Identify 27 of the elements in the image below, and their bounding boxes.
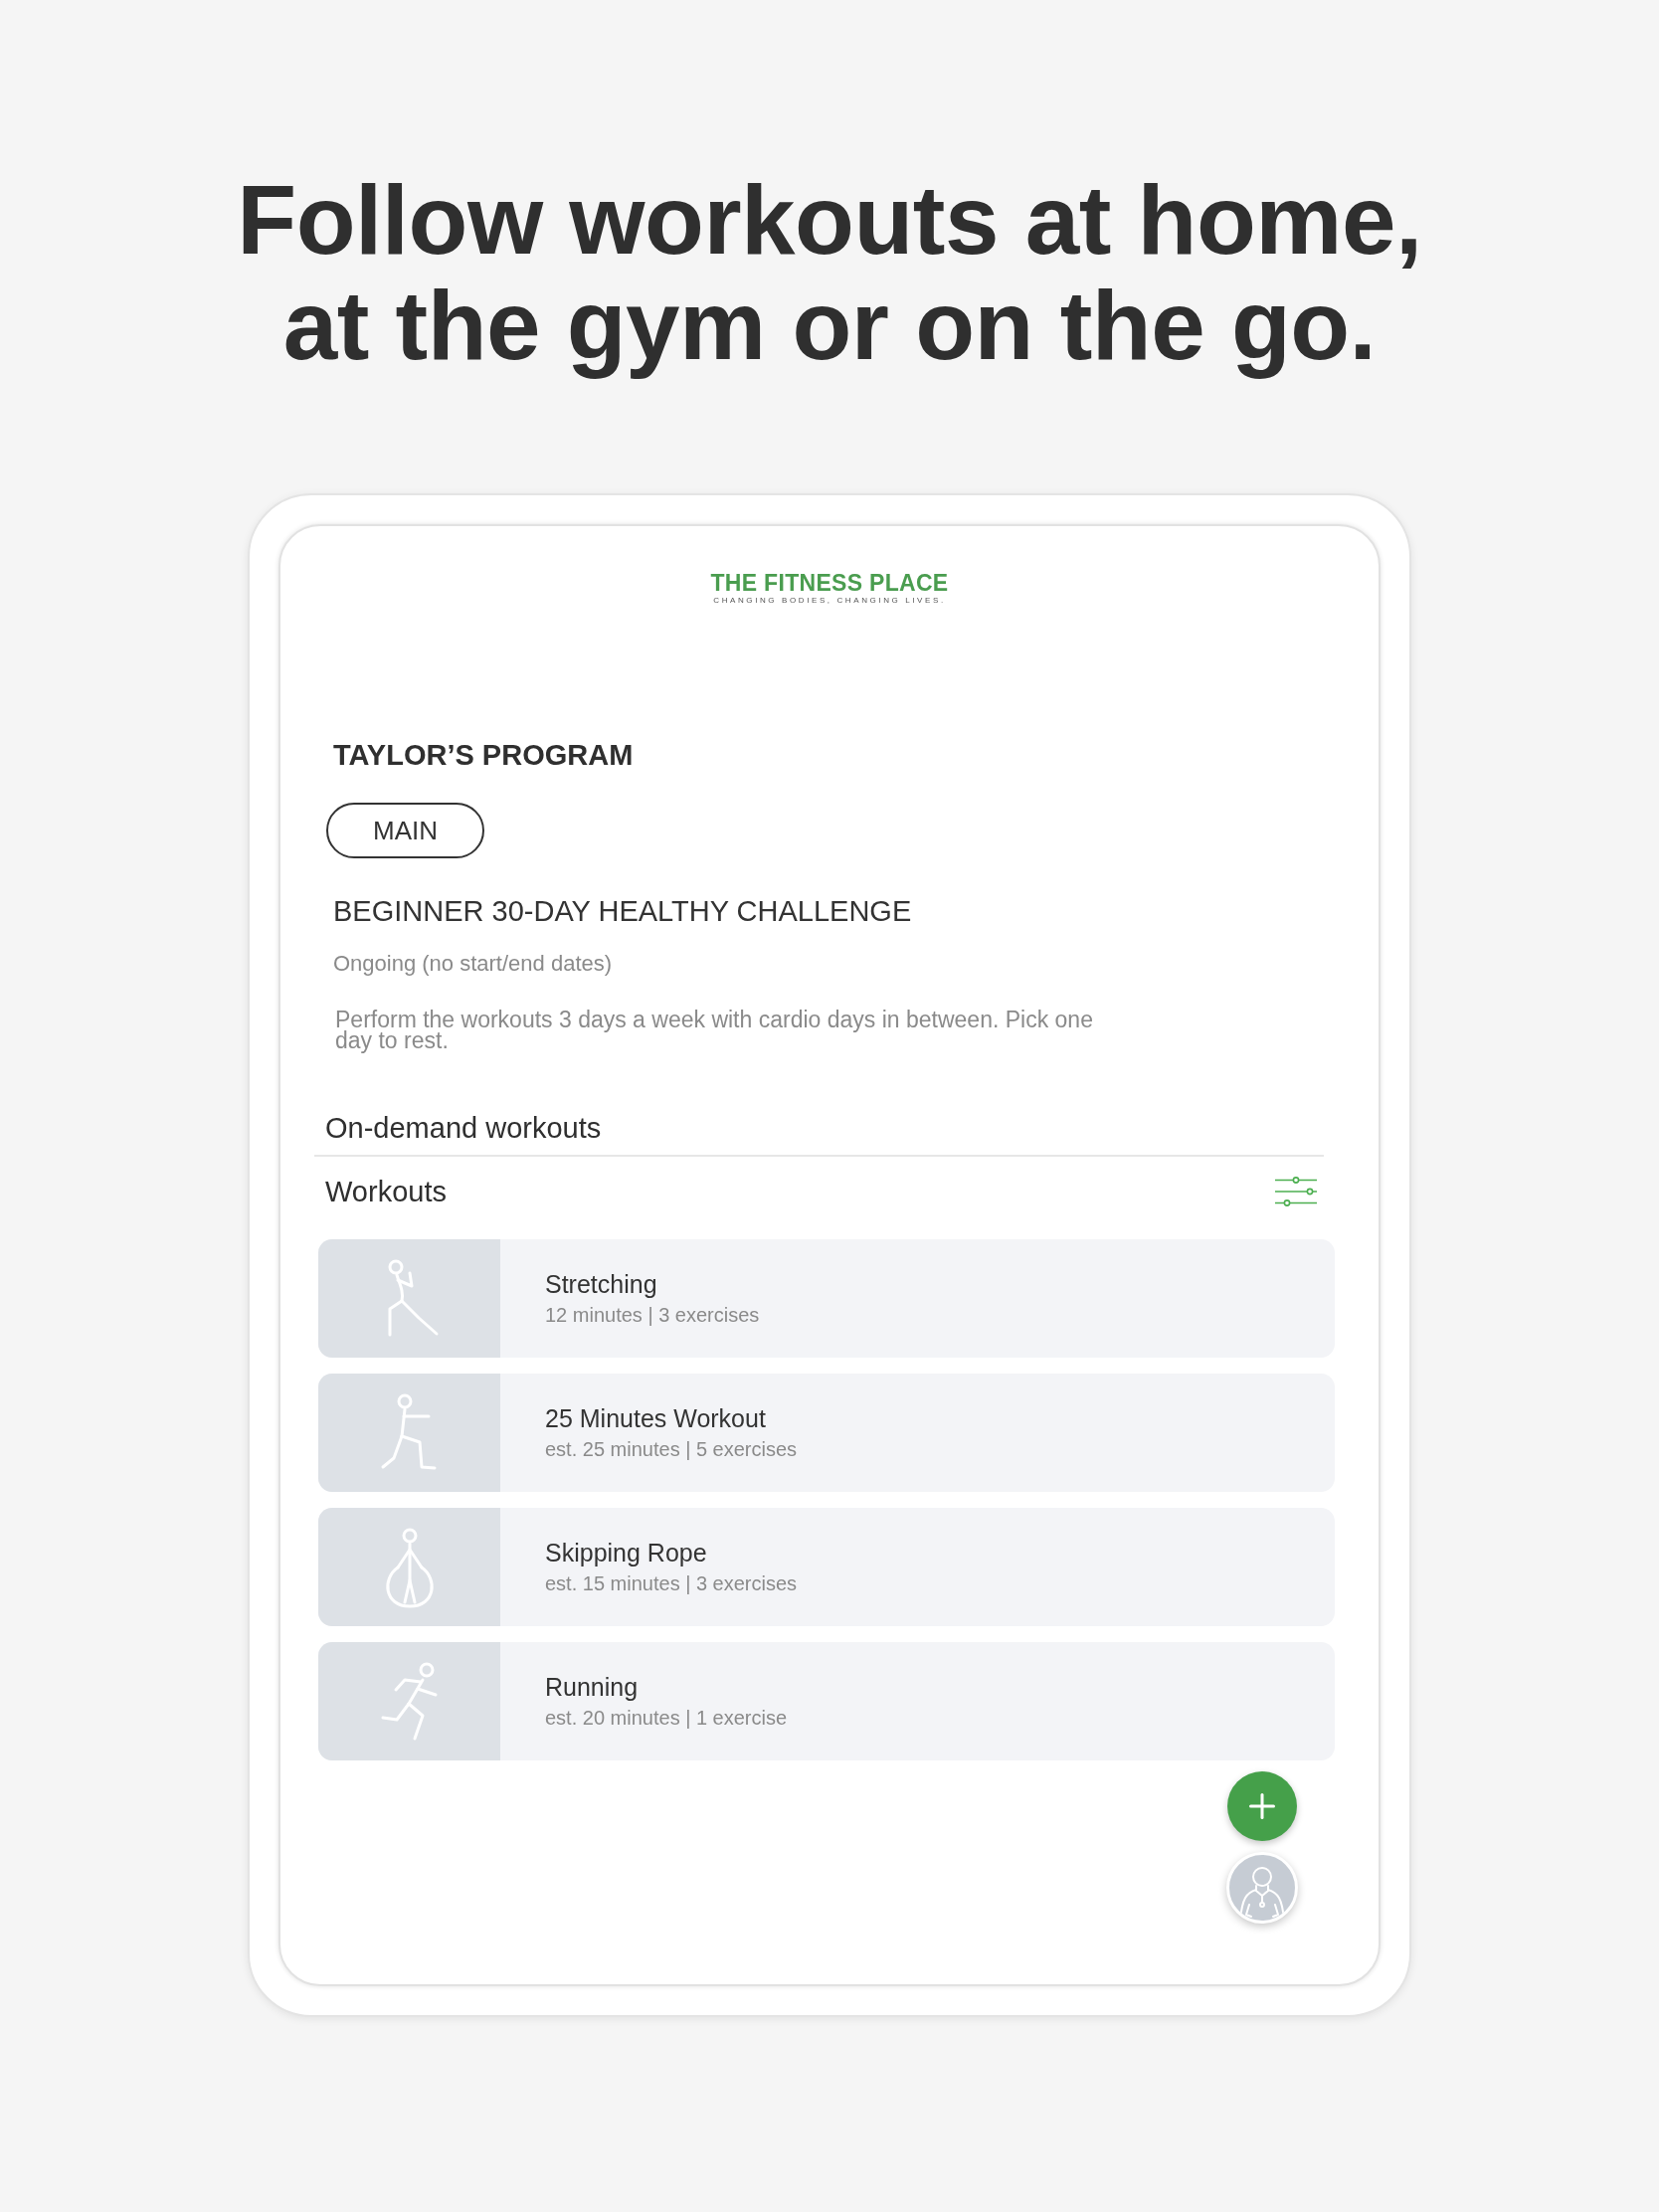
workout-title: Stretching [545, 1270, 658, 1298]
headline: Follow workouts at home, at the gym or on the go. [236, 167, 1423, 378]
program-name: BEGINNER 30-DAY HEALTHY CHALLENGE [333, 894, 912, 928]
schedule-text: Ongoing (no start/end dates) [333, 951, 613, 977]
description-text: Perform the workouts 3 days a week with cardio days in between. Pick one day to rest. [335, 1010, 1094, 1051]
brand-name: THE FITNESS PLACE [710, 570, 949, 596]
workout-card[interactable]: Skipping Rope est. 15 minutes | 3 exercises [318, 1508, 1335, 1626]
program-owner-title: TAYLOR’S PROGRAM [333, 738, 634, 772]
workout-details: est. 20 minutes | 1 exercise [545, 1706, 788, 1730]
plus-icon [1249, 1793, 1275, 1819]
person-icon [1237, 1865, 1287, 1921]
workouts-heading: Workouts [325, 1175, 447, 1208]
workout-title: Skipping Rope [545, 1539, 708, 1567]
workout-details: 12 minutes | 3 exercises [545, 1303, 760, 1327]
workout-card[interactable]: 25 Minutes Workout est. 25 minutes | 5 exercises [318, 1374, 1335, 1492]
workout-details: est. 15 minutes | 3 exercises [545, 1571, 798, 1595]
workout-details: est. 25 minutes | 5 exercises [545, 1437, 798, 1461]
workout-card[interactable]: Running est. 20 minutes | 1 exercise [318, 1642, 1335, 1760]
program-tag: MAIN [326, 803, 484, 858]
avatar-button[interactable] [1226, 1852, 1298, 1924]
workout-card[interactable]: Stretching 12 minutes | 3 exercises [318, 1239, 1335, 1358]
add-button[interactable] [1227, 1771, 1297, 1841]
section-heading: On-demand workouts [325, 1111, 602, 1145]
workout-title: Running [545, 1673, 640, 1701]
filter-icon[interactable] [1275, 1177, 1317, 1206]
brand-tagline: CHANGING BODIES, CHANGING LIVES. [713, 596, 946, 606]
workout-title: 25 Minutes Workout [545, 1404, 767, 1432]
